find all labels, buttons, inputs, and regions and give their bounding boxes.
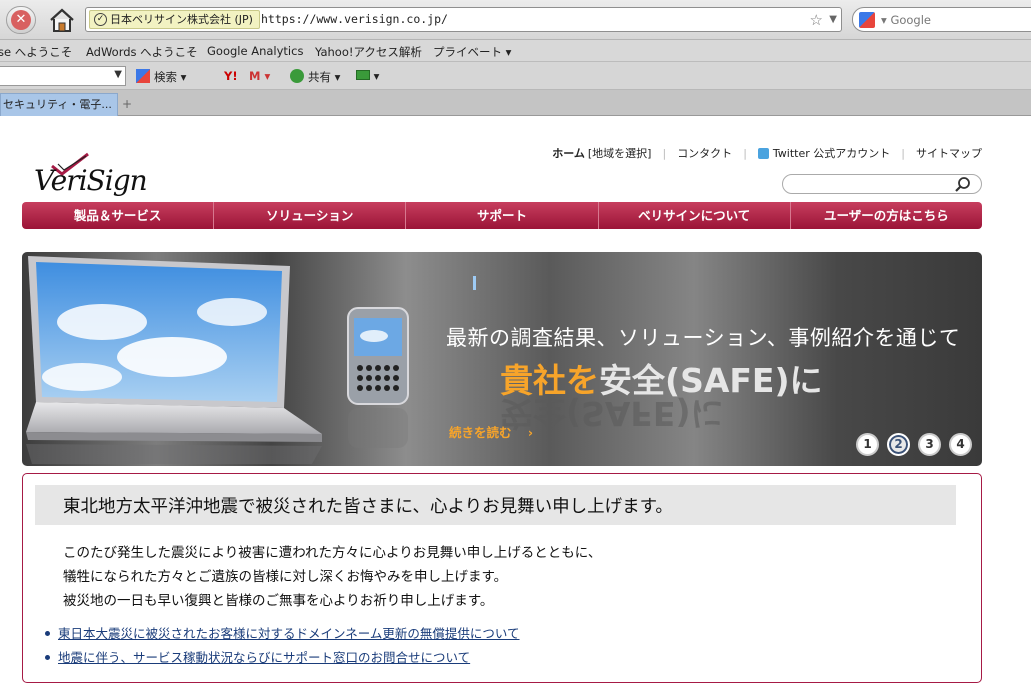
util-home-link[interactable]: ホーム: [552, 145, 585, 161]
browser-search-box[interactable]: ▾ Google: [852, 7, 1031, 32]
web-page: VeriSign ホーム [地域を選択] | コンタクト | Twitter 公…: [0, 116, 1031, 696]
slide-dot-3[interactable]: 3: [918, 433, 941, 456]
new-tab-icon[interactable]: +: [122, 97, 132, 111]
url-text[interactable]: https://www.verisign.co.jp/: [261, 12, 448, 26]
home-icon: [50, 8, 74, 32]
notice-line: 犠牲になられた方々とご遺族の皆様に対し深くお悔やみを申し上げます。: [63, 569, 508, 585]
bullet-icon: [45, 655, 50, 660]
site-identity-badge[interactable]: ✓ 日本ベリサイン株式会社 (JP): [89, 10, 260, 29]
slide-dot-4[interactable]: 4: [949, 433, 972, 456]
tab-bar: セキュリティ・電子... +: [0, 90, 1031, 116]
divider: |: [901, 146, 905, 160]
google-icon: [136, 69, 150, 83]
home-button[interactable]: [44, 4, 80, 36]
notice-heading-bar: 東北地方太平洋沖地震で被災された皆さまに、心よりお見舞い申し上げます。: [35, 485, 956, 525]
bookmark-item[interactable]: AdWords へようこそ: [86, 44, 198, 60]
slide-dot-1[interactable]: 1: [856, 433, 879, 456]
address-bar[interactable]: ✓ 日本ベリサイン株式会社 (JP) https://www.verisign.…: [85, 7, 842, 32]
notice-line: このたび発生した震災により被害に遭われた方々に心よりお見舞い申し上げるとともに、: [63, 545, 602, 561]
notice-links: 東日本大震災に被災されたお客様に対するドメインネーム更新の無償提供について 地震…: [45, 622, 520, 670]
google-toolbar: ▼ 検索 ▾ Y! M ▾ 共有 ▾ ▾: [0, 62, 1031, 90]
bookmark-item[interactable]: se へようこそ: [0, 44, 72, 60]
divider: |: [743, 146, 747, 160]
notice-body: このたび発生した震災により被害に遭われた方々に心よりお見舞い申し上げるとともに、…: [63, 541, 601, 613]
chevron-right-icon: ›: [527, 425, 534, 440]
laptop-image: [26, 256, 322, 464]
service-status-link[interactable]: 地震に伴う、サービス稼動状況ならびにサポート窓口のお問合せについて: [58, 650, 470, 665]
yahoo-icon[interactable]: Y!: [224, 69, 238, 83]
hero-read-more-link[interactable]: 続きを読む ›: [449, 422, 533, 441]
toolbar-search-button[interactable]: 検索 ▾: [136, 69, 186, 85]
smartphone-image: [347, 307, 409, 448]
toolbar-share-button[interactable]: 共有 ▾: [290, 69, 340, 85]
toolbar-search-input[interactable]: ▼: [0, 66, 126, 86]
search-icon[interactable]: [954, 176, 972, 194]
url-dropdown-icon[interactable]: ▼: [829, 14, 837, 25]
util-twitter-link[interactable]: Twitter 公式アカウント: [773, 145, 890, 161]
stop-button[interactable]: ✕: [6, 6, 36, 34]
logo-wordmark: VeriSign: [34, 164, 148, 197]
nav-support[interactable]: サポート: [405, 202, 597, 229]
close-icon: ✕: [11, 10, 31, 30]
nav-products[interactable]: 製品＆サービス: [22, 202, 213, 229]
util-region-link[interactable]: [地域を選択]: [588, 145, 652, 161]
util-sitemap-link[interactable]: サイトマップ: [916, 145, 982, 161]
bookmarks-bar: se へようこそ AdWords へようこそ Google Analytics …: [0, 40, 1031, 62]
google-icon: [859, 12, 875, 28]
verisign-logo[interactable]: VeriSign: [30, 152, 160, 202]
text-cursor: [473, 276, 476, 290]
search-engine-label: ▾ Google: [881, 13, 931, 27]
bookmark-item[interactable]: Yahoo!アクセス解析: [315, 44, 422, 60]
browser-chrome: ✕ ✓ 日本ベリサイン株式会社 (JP) https://www.verisig…: [0, 0, 1031, 116]
chevron-down-icon: ▼: [114, 69, 122, 80]
hero-headline-reflection: 安全(SAFE)に: [500, 394, 724, 433]
nav-users[interactable]: ユーザーの方はこちら: [789, 202, 982, 229]
notice-link-item: 東日本大震災に被災されたお客様に対するドメインネーム更新の無償提供について: [45, 622, 520, 646]
hero-tagline: 最新の調査結果、ソリューション、事例紹介を通じて: [446, 326, 961, 350]
tab-active[interactable]: セキュリティ・電子...: [0, 93, 118, 116]
slide-pagination: 1 2 3 4: [856, 433, 972, 456]
notice-line: 被災地の一日も早い復興と皆様のご無事を心よりお祈り申し上げます。: [63, 593, 494, 609]
domain-renewal-link[interactable]: 東日本大震災に被災されたお客様に対するドメインネーム更新の無償提供について: [58, 626, 520, 641]
site-identity-label: 日本ベリサイン株式会社 (JP): [110, 13, 253, 26]
hero-banner[interactable]: 最新の調査結果、ソリューション、事例紹介を通じて 貴社を安全(SAFE)に 安全…: [22, 252, 982, 466]
notice-link-item: 地震に伴う、サービス稼動状況ならびにサポート窓口のお問合せについて: [45, 646, 520, 670]
main-navigation: 製品＆サービス ソリューション サポート ベリサインについて ユーザーの方はこち…: [22, 202, 982, 229]
battery-icon: [356, 70, 370, 80]
bookmark-star-icon[interactable]: ☆: [810, 11, 823, 29]
share-icon: [290, 69, 304, 83]
earthquake-notice: 東北地方太平洋沖地震で被災された皆さまに、心よりお見舞い申し上げます。 このたび…: [22, 473, 982, 683]
verified-icon: ✓: [94, 13, 107, 26]
divider: |: [662, 146, 667, 160]
twitter-icon: [757, 147, 769, 159]
utility-nav: ホーム [地域を選択] | コンタクト | Twitter 公式アカウント | …: [552, 145, 982, 161]
util-contact-link[interactable]: コンタクト: [677, 145, 732, 161]
toolbar-extension-button[interactable]: ▾: [356, 69, 379, 83]
notice-heading: 東北地方太平洋沖地震で被災された皆さまに、心よりお見舞い申し上げます。: [63, 497, 673, 517]
slide-dot-2[interactable]: 2: [887, 433, 910, 456]
gmail-icon[interactable]: M ▾: [249, 69, 270, 83]
bookmark-item[interactable]: Google Analytics: [207, 44, 303, 58]
site-search-input[interactable]: [782, 174, 982, 194]
bullet-icon: [45, 631, 50, 636]
navigation-toolbar: ✕ ✓ 日本ベリサイン株式会社 (JP) https://www.verisig…: [0, 0, 1031, 40]
nav-about[interactable]: ベリサインについて: [597, 202, 790, 229]
bookmark-folder[interactable]: プライベート ▾: [433, 44, 511, 60]
nav-solutions[interactable]: ソリューション: [213, 202, 405, 229]
